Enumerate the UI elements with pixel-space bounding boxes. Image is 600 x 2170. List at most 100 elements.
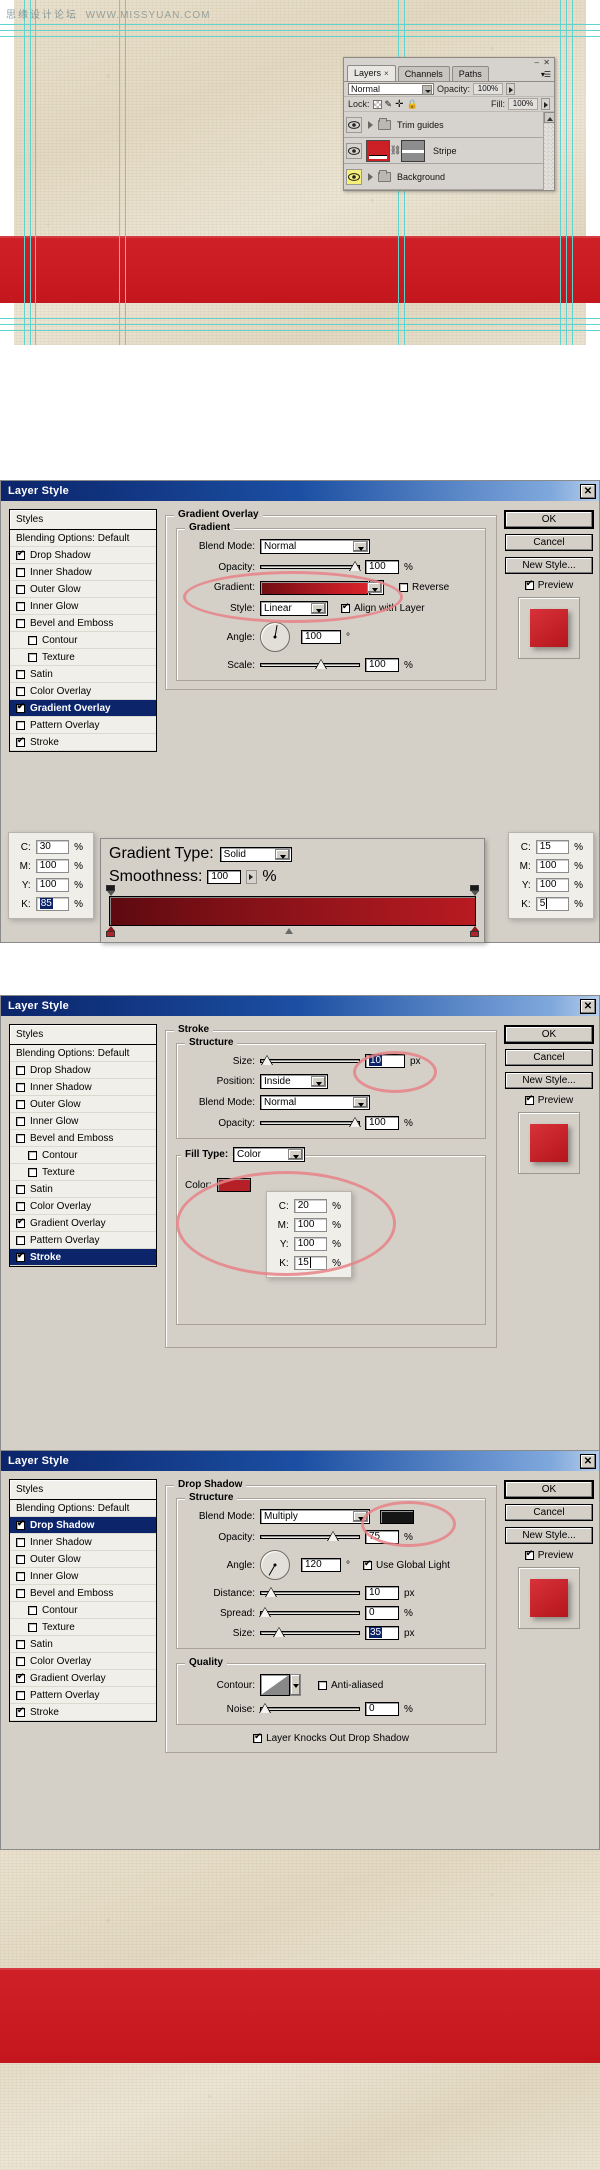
checkbox[interactable]	[16, 1235, 25, 1245]
checkbox[interactable]	[16, 1537, 25, 1547]
style-item-gradient-overlay[interactable]: Gradient Overlay	[10, 1670, 156, 1687]
gradient-midpoint-marker[interactable]	[285, 928, 294, 934]
stroke-color-swatch[interactable]	[216, 1178, 251, 1192]
noise-input[interactable]: 0	[365, 1702, 399, 1716]
cancel-button[interactable]: Cancel	[505, 1504, 593, 1521]
close-icon[interactable]: ✕	[580, 1453, 596, 1469]
layer-thumbnail[interactable]	[366, 139, 390, 162]
eye-icon[interactable]	[346, 168, 362, 185]
layers-panel[interactable]: – ✕ Layers × Channels Paths ▾☰ Normal Opa…	[343, 57, 555, 191]
fill-type-select[interactable]: Color	[233, 1147, 305, 1162]
gradient-stop-end-top[interactable]	[470, 885, 479, 896]
style-item-contour[interactable]: Contour	[10, 632, 156, 649]
styles-column[interactable]: Styles Blending Options: Default Drop Sh…	[9, 1024, 157, 1348]
style-item-blending-options[interactable]: Blending Options: Default	[10, 1500, 156, 1517]
checkbox[interactable]	[16, 736, 25, 747]
checkbox[interactable]	[16, 1082, 25, 1092]
cmyk-k-input[interactable]: 5	[535, 897, 570, 911]
chevron-down-icon[interactable]	[367, 582, 382, 593]
checkbox[interactable]	[16, 669, 25, 679]
style-item-outer-glow[interactable]: Outer Glow	[10, 1551, 156, 1568]
checkbox[interactable]	[16, 1099, 25, 1109]
cmyk-c-input[interactable]: 20	[293, 1199, 328, 1213]
spread-slider[interactable]	[259, 1606, 360, 1620]
knockout-row[interactable]: Layer Knocks Out Drop Shadow	[176, 1732, 486, 1744]
dialog-titlebar[interactable]: Layer Style ✕	[1, 1451, 599, 1471]
styles-list[interactable]: Blending Options: Default Drop Shadow In…	[9, 530, 157, 752]
checkbox[interactable]	[363, 1559, 372, 1570]
table-row[interactable]: Background	[344, 164, 554, 190]
angle-input[interactable]: 120	[301, 1558, 341, 1572]
layer-style-dialog-stroke[interactable]: Layer Style ✕ Styles Blending Options: D…	[0, 995, 600, 1455]
align-with-layer-row[interactable]: Align with Layer	[341, 602, 425, 614]
style-item-color-overlay[interactable]: Color Overlay	[10, 683, 156, 700]
checkbox[interactable]	[16, 1133, 25, 1143]
blend-mode-select[interactable]: Normal	[348, 83, 434, 95]
new-style-button[interactable]: New Style...	[505, 1072, 593, 1089]
lock-position-icon[interactable]: ✛	[395, 99, 403, 110]
opacity-value[interactable]: 100%	[473, 83, 504, 95]
gradient-ramp-bar[interactable]	[109, 896, 476, 926]
layer-name[interactable]: Trim guides	[397, 120, 444, 130]
cmyk-y-input[interactable]: 100	[35, 878, 70, 892]
checkbox[interactable]	[16, 686, 25, 696]
ok-button[interactable]: OK	[505, 1026, 593, 1043]
gradient-stop-start-bottom[interactable]	[106, 926, 115, 937]
checkbox[interactable]	[28, 652, 37, 662]
styles-list[interactable]: Blending Options: Default Drop Shadow In…	[9, 1045, 157, 1267]
chevron-down-icon[interactable]	[353, 541, 368, 552]
style-item-inner-glow[interactable]: Inner Glow	[10, 1113, 156, 1130]
table-row[interactable]: ⛓ Stripe	[344, 138, 554, 164]
gradient-dropdown[interactable]	[367, 580, 384, 595]
checkbox[interactable]	[28, 1150, 37, 1160]
style-item-drop-shadow[interactable]: Drop Shadow	[10, 1062, 156, 1079]
cmyk-c-input[interactable]: 30	[35, 840, 70, 854]
opacity-input[interactable]: 100	[365, 560, 399, 574]
panel-menu-icon[interactable]: ▾☰	[541, 70, 551, 79]
checkbox[interactable]	[16, 1201, 25, 1211]
checkbox[interactable]	[16, 1217, 25, 1228]
checkbox[interactable]	[318, 1680, 327, 1690]
style-item-inner-shadow[interactable]: Inner Shadow	[10, 564, 156, 581]
style-item-texture[interactable]: Texture	[10, 1164, 156, 1181]
style-item-stroke[interactable]: Stroke	[10, 734, 156, 751]
antialiased-row[interactable]: Anti-aliased	[318, 1680, 383, 1691]
shadow-color-swatch[interactable]	[380, 1509, 414, 1524]
close-icon[interactable]: ✕	[543, 59, 550, 67]
size-input[interactable]: 35	[365, 1626, 399, 1640]
style-item-bevel-and-emboss[interactable]: Bevel and Emboss	[10, 615, 156, 632]
table-row[interactable]: Trim guides	[344, 112, 554, 138]
layer-style-dialog-drop-shadow[interactable]: Layer Style ✕ Styles Blending Options: D…	[0, 1450, 600, 1850]
spread-input[interactable]: 0	[365, 1606, 399, 1620]
cmyk-k-input[interactable]: 85	[35, 897, 70, 911]
dialog-titlebar[interactable]: Layer Style ✕	[1, 996, 599, 1016]
blend-mode-select[interactable]: Normal	[260, 1095, 370, 1110]
layers-list[interactable]: Trim guides ⛓ Stripe Background	[344, 112, 555, 190]
opacity-slider[interactable]	[260, 1530, 360, 1544]
style-item-drop-shadow[interactable]: Drop Shadow	[10, 1517, 156, 1534]
style-item-texture[interactable]: Texture	[10, 1619, 156, 1636]
tab-layers[interactable]: Layers ×	[347, 65, 396, 81]
checkbox[interactable]	[28, 1605, 37, 1615]
ok-button[interactable]: OK	[505, 511, 593, 528]
style-item-pattern-overlay[interactable]: Pattern Overlay	[10, 1687, 156, 1704]
cmyk-popup-stroke[interactable]: C: 20% M: 100% Y: 100% K: 15%	[266, 1191, 352, 1278]
cmyk-y-input[interactable]: 100	[535, 878, 570, 892]
style-item-contour[interactable]: Contour	[10, 1602, 156, 1619]
link-icon[interactable]: ⛓	[390, 145, 401, 157]
lock-all-icon[interactable]: 🔒	[406, 99, 417, 110]
angle-dial[interactable]	[260, 622, 290, 652]
tab-close-icon[interactable]: ×	[384, 69, 389, 78]
eye-icon[interactable]	[346, 142, 362, 159]
new-style-button[interactable]: New Style...	[505, 557, 593, 574]
gradient-editor-popup[interactable]: Gradient Type: Solid Smoothness: 100 %	[100, 838, 485, 943]
size-input[interactable]: 10	[365, 1054, 405, 1068]
styles-column[interactable]: Styles Blending Options: Default Drop Sh…	[9, 1479, 157, 1753]
checkbox[interactable]	[399, 583, 408, 592]
style-item-color-overlay[interactable]: Color Overlay	[10, 1653, 156, 1670]
fill-value[interactable]: 100%	[508, 98, 538, 110]
smoothness-stepper-icon[interactable]	[246, 870, 258, 884]
style-item-stroke[interactable]: Stroke	[10, 1249, 156, 1266]
gradient-preview[interactable]	[260, 580, 368, 595]
scale-slider[interactable]	[260, 658, 360, 672]
